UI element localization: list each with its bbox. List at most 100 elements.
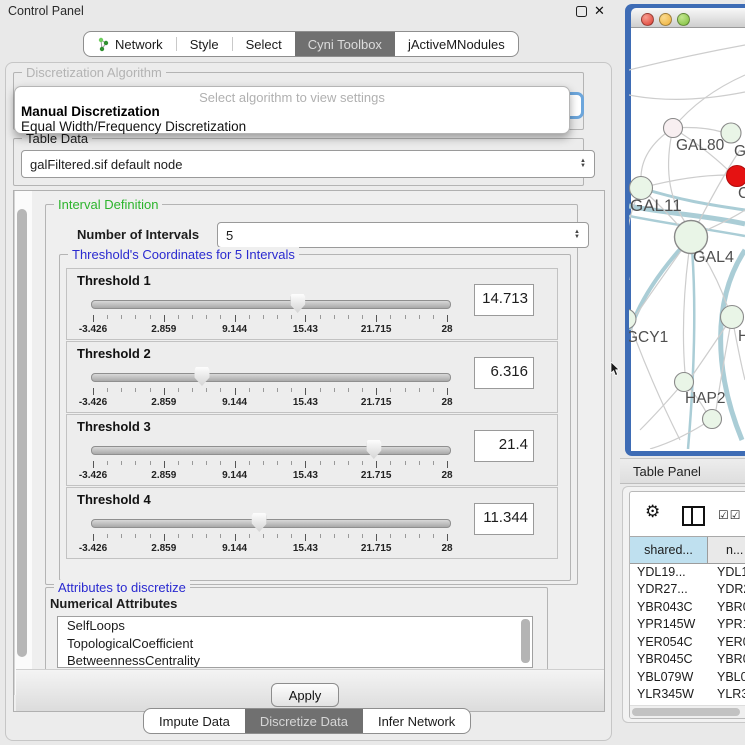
algorithm-option-manual[interactable]: Manual Discretization: [21, 104, 160, 119]
tab-jactivemnodules[interactable]: jActiveMNodules: [395, 32, 518, 56]
threshold-slider[interactable]: -3.4262.8599.14415.4321.71528: [91, 439, 449, 481]
slider-thumb[interactable]: [252, 513, 267, 532]
threshold-label: Threshold 1: [77, 273, 151, 288]
network-graph[interactable]: GAL80 G C GAL11 GAL4 GCY1 H HAP2: [629, 26, 745, 449]
table-rows: YDL19... YDL1 YDR27... YDR2 YBR043C YBR0…: [630, 563, 745, 708]
column-layout-icon[interactable]: [682, 506, 705, 526]
tab-jactivemnodules-label: jActiveMNodules: [408, 37, 505, 52]
slider-track[interactable]: [91, 373, 451, 382]
column-header-shared-name[interactable]: shared...: [630, 537, 708, 563]
network-node[interactable]: [675, 373, 694, 392]
algorithm-dropdown-popup: Select algorithm to view settings Manual…: [14, 86, 570, 134]
tab-style[interactable]: Style: [177, 32, 232, 56]
cell-shared-name[interactable]: YPR145W: [630, 617, 717, 631]
mouse-cursor: [610, 362, 622, 378]
network-node[interactable]: [664, 119, 683, 138]
tick-label: 21.715: [361, 543, 392, 554]
horizontal-scrollbar-thumb[interactable]: [632, 708, 740, 716]
network-node[interactable]: [703, 410, 722, 429]
cell-name[interactable]: YBL0: [717, 670, 745, 684]
tick-label: -3.426: [79, 324, 107, 335]
table-row[interactable]: YER054C YER0: [630, 633, 745, 651]
table-row[interactable]: YDR27... YDR2: [630, 581, 745, 599]
cell-shared-name[interactable]: YBR043C: [630, 600, 717, 614]
cell-name[interactable]: YDR2: [717, 582, 745, 596]
table-row[interactable]: YBL079W YBL0: [630, 668, 745, 686]
cell-name[interactable]: YBR0: [717, 652, 745, 666]
threshold-value-box[interactable]: 14.713: [474, 284, 534, 316]
table-row[interactable]: YBR043C YBR0: [630, 598, 745, 616]
cell-shared-name[interactable]: YBL079W: [630, 670, 717, 684]
threshold-slider[interactable]: -3.4262.8599.14415.4321.71528: [91, 293, 449, 335]
slider-track[interactable]: [91, 300, 451, 309]
slider-thumb[interactable]: [290, 294, 305, 313]
cell-shared-name[interactable]: YBR045C: [630, 652, 717, 666]
slider-thumb[interactable]: [366, 440, 381, 459]
slider-track[interactable]: [91, 519, 451, 528]
tab-cyni-toolbox-label: Cyni Toolbox: [308, 37, 382, 52]
cell-shared-name[interactable]: YLR345W: [630, 687, 717, 701]
vertical-scrollbar-thumb[interactable]: [17, 209, 27, 657]
cell-name[interactable]: YBR0: [717, 600, 745, 614]
network-node[interactable]: [629, 309, 636, 329]
tab-discretize-data-label: Discretize Data: [260, 714, 348, 729]
threshold-label: Threshold 2: [77, 346, 151, 361]
slider-ruler: -3.4262.8599.14415.4321.71528: [93, 534, 447, 556]
close-icon[interactable]: ✕: [594, 3, 605, 19]
attributes-list-scrollbar-thumb[interactable]: [521, 619, 530, 663]
number-of-intervals-label: Number of Intervals: [77, 227, 199, 242]
network-window-titlebar[interactable]: [631, 8, 745, 28]
gear-icon[interactable]: ⚙: [645, 502, 660, 522]
node-table: ⚙ ☑☑ shared... n... YDL19... YDL1 YDR27.…: [629, 491, 745, 719]
vertical-scrollbar[interactable]: [14, 191, 32, 695]
cell-name[interactable]: YPR1: [717, 617, 745, 631]
cell-name[interactable]: YLR3: [717, 687, 745, 701]
table-data-combobox[interactable]: galFiltered.sif default node ▲▼: [21, 150, 595, 178]
horizontal-scrollbar[interactable]: [630, 705, 745, 719]
thresholds-group-title: Threshold's Coordinates for 5 Intervals: [68, 247, 299, 262]
table-row[interactable]: YPR145W YPR1: [630, 616, 745, 634]
attribute-list-item[interactable]: TopologicalCoefficient: [58, 635, 532, 653]
cell-shared-name[interactable]: YDR27...: [630, 582, 717, 596]
table-row[interactable]: YDL19... YDL1: [630, 563, 745, 581]
apply-strip: Apply: [16, 669, 604, 711]
cell-shared-name[interactable]: YDL19...: [630, 565, 717, 579]
apply-button[interactable]: Apply: [271, 683, 339, 707]
slider-thumb[interactable]: [194, 367, 209, 386]
threshold-value-box[interactable]: 11.344: [474, 503, 534, 535]
node-label: HAP2: [685, 390, 726, 407]
slider-ruler: -3.4262.8599.14415.4321.71528: [93, 388, 447, 410]
table-row[interactable]: YBR045C YBR0: [630, 651, 745, 669]
algorithm-option-equal-width[interactable]: Equal Width/Frequency Discretization: [21, 119, 246, 134]
cell-shared-name[interactable]: YER054C: [630, 635, 717, 649]
tab-discretize-data[interactable]: Discretize Data: [245, 709, 363, 733]
tab-select[interactable]: Select: [233, 32, 295, 56]
threshold-value-box[interactable]: 6.316: [474, 357, 534, 389]
tab-infer-network[interactable]: Infer Network: [363, 709, 470, 733]
tab-cyni-toolbox[interactable]: Cyni Toolbox: [295, 32, 395, 56]
tab-network[interactable]: Network: [84, 32, 176, 56]
threshold-slider[interactable]: -3.4262.8599.14415.4321.71528: [91, 512, 449, 554]
zoom-traffic-light-icon[interactable]: [677, 13, 690, 26]
attribute-list-item[interactable]: SelfLoops: [58, 617, 532, 635]
attribute-list-item[interactable]: BetweennessCentrality: [58, 652, 532, 668]
numerical-attributes-list[interactable]: SelfLoopsTopologicalCoefficientBetweenne…: [57, 616, 533, 668]
number-of-intervals-combobox[interactable]: 5 ▲▼: [217, 222, 589, 248]
tab-network-label: Network: [115, 37, 163, 52]
cell-name[interactable]: YDL1: [717, 565, 745, 579]
network-node[interactable]: [721, 306, 744, 329]
threshold-slider[interactable]: -3.4262.8599.14415.4321.71528: [91, 366, 449, 408]
threshold-value-box[interactable]: 21.4: [474, 430, 534, 462]
select-columns-icon[interactable]: ☑☑: [718, 508, 742, 522]
network-node-selected[interactable]: [727, 166, 745, 187]
slider-track[interactable]: [91, 446, 451, 455]
cell-name[interactable]: YER0: [717, 635, 745, 649]
minimize-traffic-light-icon[interactable]: [659, 13, 672, 26]
float-window-icon[interactable]: [576, 6, 587, 17]
close-traffic-light-icon[interactable]: [641, 13, 654, 26]
table-row[interactable]: YLR345W YLR3: [630, 686, 745, 704]
threshold-label: Threshold 4: [77, 492, 151, 507]
column-header-name[interactable]: n...: [708, 537, 745, 563]
tab-impute-data[interactable]: Impute Data: [144, 709, 245, 733]
node-label: G: [734, 143, 745, 160]
